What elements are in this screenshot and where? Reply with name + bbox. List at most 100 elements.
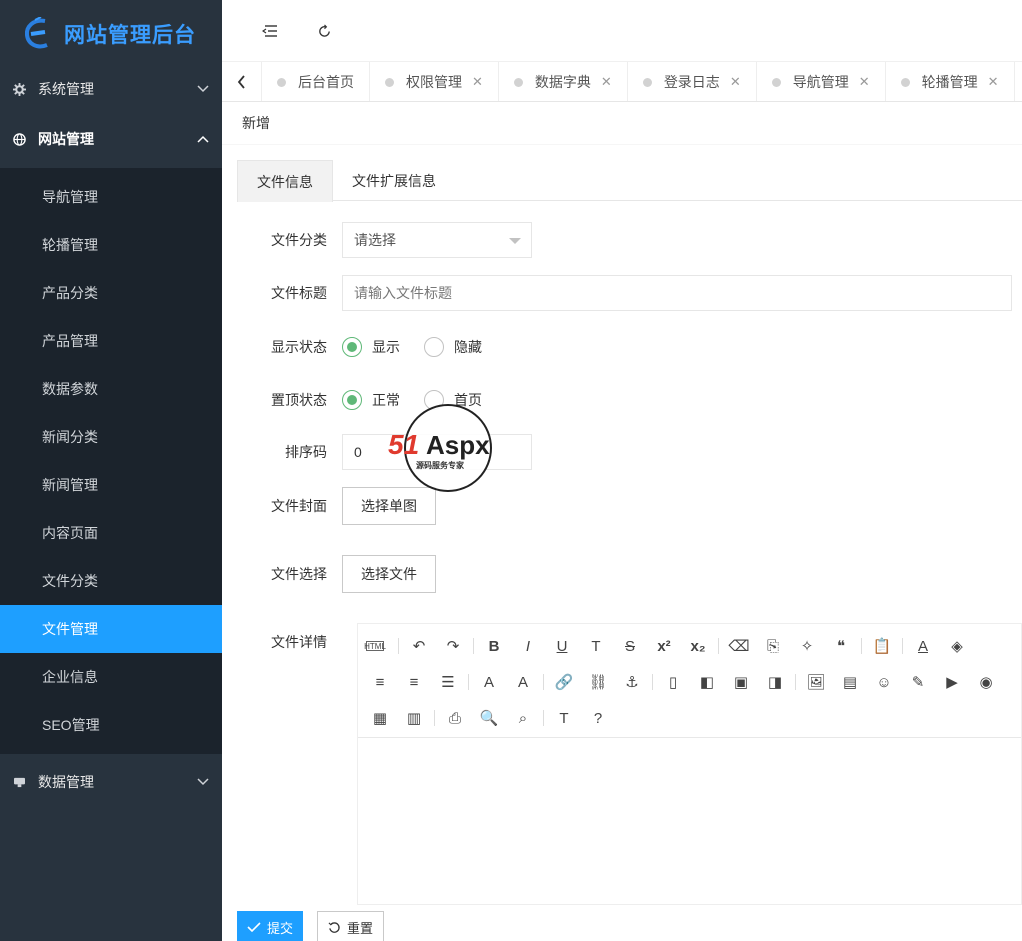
reset-button[interactable]: 重置 bbox=[317, 911, 385, 941]
underline-icon[interactable]: U bbox=[548, 632, 576, 660]
globe-icon bbox=[12, 132, 26, 146]
field-label: 文件选择 bbox=[271, 566, 327, 582]
form-row-category: 文件分类 请选择 bbox=[222, 222, 532, 258]
strikethrough-icon[interactable]: S bbox=[616, 632, 644, 660]
sidebar-item-product[interactable]: 产品管理 bbox=[0, 317, 222, 365]
tab-dictionary[interactable]: 数据字典 ✕ bbox=[499, 62, 628, 101]
toolbar-row: HTML ↶ ↷ B I U T Sx² x₂ ⌫ ⎘ ✧ ❝ 📋 A ◈ bbox=[358, 628, 1021, 664]
tab-label: 登录日志 bbox=[663, 74, 720, 90]
tab-login-log[interactable]: 登录日志 ✕ bbox=[628, 62, 757, 101]
sidebar-group-website[interactable]: 网站管理 bbox=[0, 110, 222, 168]
close-icon[interactable]: ✕ bbox=[988, 74, 999, 90]
blockquote-icon[interactable]: ❝ bbox=[827, 632, 855, 660]
redo-icon[interactable]: ↷ bbox=[439, 632, 467, 660]
radio-hide[interactable]: 隐藏 bbox=[424, 337, 482, 357]
radio-circle bbox=[342, 390, 362, 410]
tab-home[interactable]: 后台首页 bbox=[262, 62, 370, 101]
anchor-icon[interactable]: ⚓ bbox=[618, 668, 646, 696]
font-size-down-icon[interactable]: A bbox=[475, 668, 503, 696]
tab-label: 权限管理 bbox=[406, 74, 462, 90]
sidebar-item-product-category[interactable]: 产品分类 bbox=[0, 269, 222, 317]
tab-carousel-manage[interactable]: 轮播管理 ✕ bbox=[886, 62, 1015, 101]
sidebar-item-file-category[interactable]: 文件分类 bbox=[0, 557, 222, 605]
table-merge-icon[interactable]: ▥ bbox=[400, 704, 428, 732]
menu-fold-icon[interactable] bbox=[260, 21, 280, 41]
sidebar-item-content-page[interactable]: 内容页面 bbox=[0, 509, 222, 557]
sidebar-item-seo[interactable]: SEO管理 bbox=[0, 701, 222, 749]
tab-permissions[interactable]: 权限管理 ✕ bbox=[370, 62, 499, 101]
help-icon[interactable]: ? bbox=[584, 704, 612, 732]
toolbar-divider bbox=[718, 638, 719, 654]
align-center-icon[interactable]: ≡ bbox=[366, 668, 394, 696]
image-right-icon[interactable]: ◨ bbox=[761, 668, 789, 696]
toolbar-divider bbox=[398, 638, 399, 654]
font-color-icon[interactable]: A bbox=[909, 632, 937, 660]
close-icon[interactable]: ✕ bbox=[472, 74, 483, 90]
subscript-icon[interactable]: x₂ bbox=[684, 632, 712, 660]
search-replace-icon[interactable]: ⌕ bbox=[509, 704, 537, 732]
video-icon[interactable]: ▶ bbox=[938, 668, 966, 696]
editor-content-area[interactable] bbox=[358, 738, 1021, 898]
sidebar-item-carousel[interactable]: 轮播管理 bbox=[0, 221, 222, 269]
format-painter-icon[interactable]: ⎘ bbox=[759, 632, 787, 660]
close-icon[interactable]: ✕ bbox=[601, 74, 612, 90]
superscript-icon[interactable]: x² bbox=[650, 632, 678, 660]
radio-label: 隐藏 bbox=[454, 339, 482, 355]
category-select[interactable]: 请选择 bbox=[342, 222, 532, 258]
magic-wand-icon[interactable]: ✧ bbox=[793, 632, 821, 660]
sidebar-submenu: 导航管理 轮播管理 产品分类 产品管理 数据参数 新闻分类 新闻管理 内容页面 … bbox=[0, 168, 222, 754]
html-icon[interactable]: HTML bbox=[364, 641, 386, 651]
reset-label: 重置 bbox=[347, 920, 374, 936]
bg-color-icon[interactable]: ◈ bbox=[943, 632, 971, 660]
insert-image-icon[interactable]: 🖼 bbox=[802, 668, 830, 696]
sidebar-item-nav[interactable]: 导航管理 bbox=[0, 173, 222, 221]
audio-icon[interactable]: ◉ bbox=[972, 668, 1000, 696]
close-icon[interactable]: ✕ bbox=[730, 74, 741, 90]
image-left-icon[interactable]: ◧ bbox=[693, 668, 721, 696]
caret-down-icon bbox=[509, 238, 521, 244]
sidebar-item-file[interactable]: 文件管理 bbox=[0, 605, 222, 653]
align-right-icon[interactable]: ≡ bbox=[400, 668, 428, 696]
tab-file-info[interactable]: 文件信息 bbox=[237, 160, 333, 202]
font-size-up-icon[interactable]: A bbox=[509, 668, 537, 696]
radio-show[interactable]: 显示 bbox=[342, 337, 400, 357]
bold-icon[interactable]: B bbox=[480, 632, 508, 660]
tab-file-extended[interactable]: 文件扩展信息 bbox=[333, 160, 455, 201]
template-icon[interactable]: T bbox=[550, 704, 578, 732]
eraser-icon[interactable]: ⌫ bbox=[725, 632, 753, 660]
sidebar-item-news[interactable]: 新闻管理 bbox=[0, 461, 222, 509]
sidebar-group-data[interactable]: 数据管理 bbox=[0, 754, 222, 810]
align-justify-icon[interactable]: ☰ bbox=[434, 668, 462, 696]
dot-icon bbox=[900, 77, 910, 87]
field-label: 文件封面 bbox=[271, 498, 327, 514]
image-none-icon[interactable]: ▯ bbox=[659, 668, 687, 696]
scrawl-icon[interactable]: ✎ bbox=[904, 668, 932, 696]
preview-icon[interactable]: 🔍 bbox=[475, 704, 503, 732]
insert-image-remote-icon[interactable]: ▤ bbox=[836, 668, 864, 696]
title-input[interactable] bbox=[342, 275, 1012, 311]
image-center-icon[interactable]: ▣ bbox=[727, 668, 755, 696]
chevron-left-icon[interactable] bbox=[222, 62, 262, 101]
select-file-button[interactable]: 选择文件 bbox=[342, 555, 436, 593]
form-row-detail: 文件详情 bbox=[222, 632, 342, 652]
paste-icon[interactable]: 📋 bbox=[868, 632, 896, 660]
submit-button[interactable]: 提交 bbox=[237, 911, 304, 941]
radio-circle bbox=[342, 337, 362, 357]
emoji-icon[interactable]: ☺ bbox=[870, 668, 898, 696]
link-icon[interactable]: 🔗 bbox=[550, 668, 578, 696]
table-icon[interactable]: ▦ bbox=[366, 704, 394, 732]
sidebar-item-data-params[interactable]: 数据参数 bbox=[0, 365, 222, 413]
textbox-icon[interactable]: T bbox=[582, 632, 610, 660]
watermark-text-part: Aspx bbox=[426, 430, 490, 460]
sidebar-item-company[interactable]: 企业信息 bbox=[0, 653, 222, 701]
sidebar-item-news-category[interactable]: 新闻分类 bbox=[0, 413, 222, 461]
tab-nav-manage[interactable]: 导航管理 ✕ bbox=[757, 62, 886, 101]
refresh-icon[interactable] bbox=[314, 21, 334, 41]
print-icon[interactable]: ⎙ bbox=[441, 704, 469, 732]
unlink-icon[interactable]: ⛓ bbox=[584, 668, 612, 696]
sidebar-group-system[interactable]: 系统管理 bbox=[0, 68, 222, 110]
italic-icon[interactable]: I bbox=[514, 632, 542, 660]
close-icon[interactable]: ✕ bbox=[859, 74, 870, 90]
brand[interactable]: 网站管理后台 bbox=[0, 0, 222, 68]
undo-icon[interactable]: ↶ bbox=[405, 632, 433, 660]
